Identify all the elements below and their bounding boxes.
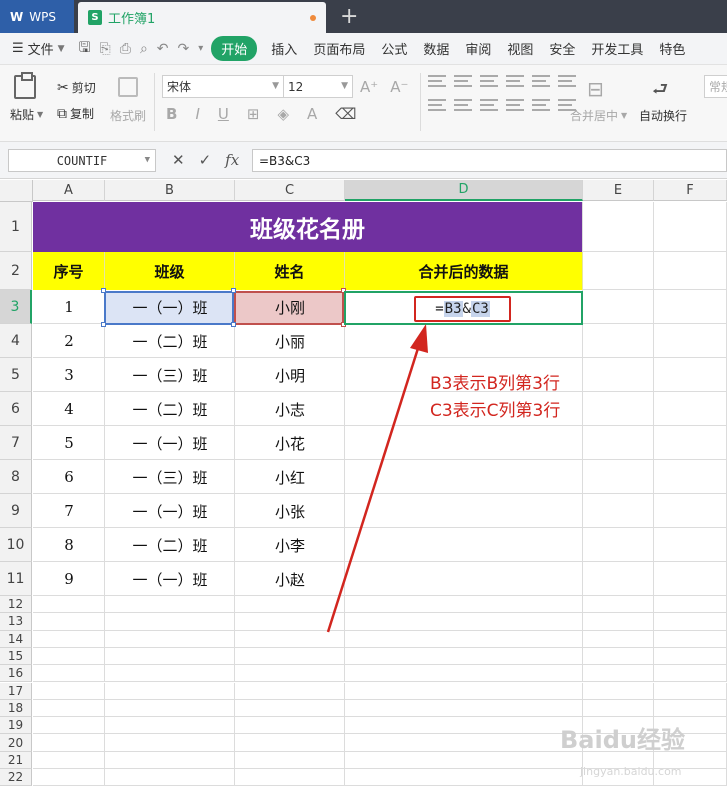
arrow-head bbox=[410, 324, 428, 353]
baidu-watermark-url: jingyan.baidu.com bbox=[580, 765, 682, 778]
annotation-line-2: C3表示C列第3行 bbox=[430, 401, 561, 421]
arrow-line bbox=[326, 341, 422, 633]
annotation-arrow bbox=[326, 324, 428, 633]
annotation-line-1: B3表示B列第3行 bbox=[430, 374, 560, 394]
baidu-watermark: Baidu经验 bbox=[560, 726, 685, 754]
